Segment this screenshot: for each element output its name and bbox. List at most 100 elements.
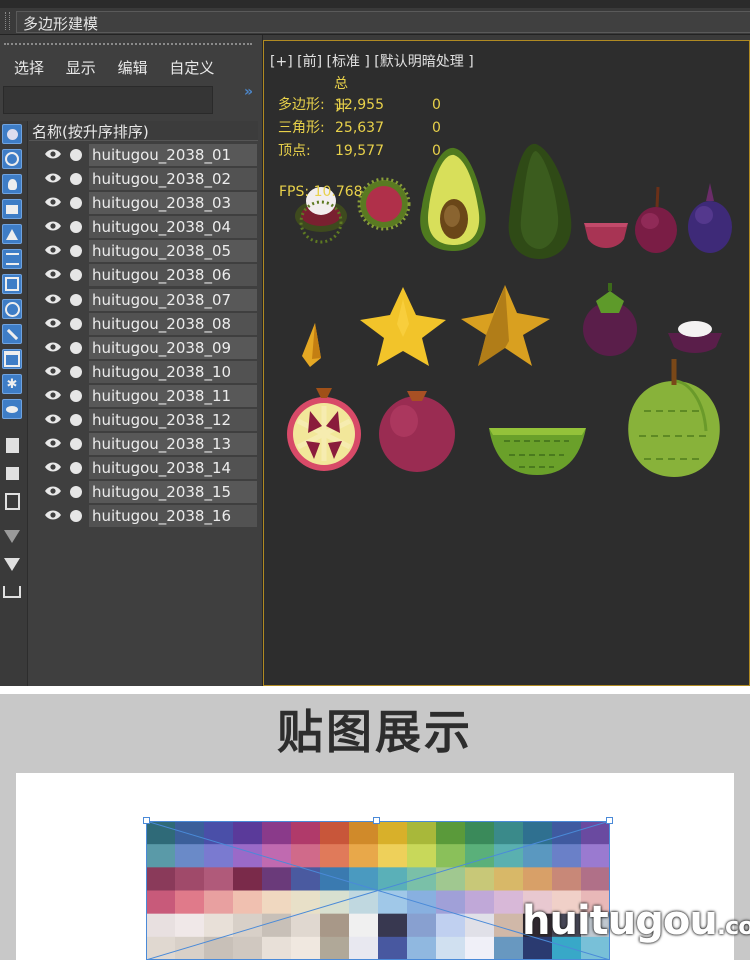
list-item[interactable]: huitugou_2038_07 — [29, 288, 258, 312]
visibility-eye-icon[interactable] — [45, 510, 61, 520]
freeze-toggle-icon[interactable] — [70, 341, 82, 354]
list-item[interactable]: huitugou_2038_12 — [29, 408, 258, 432]
helper-filter-icon[interactable] — [2, 224, 22, 244]
freeze-toggle-icon[interactable] — [70, 269, 82, 282]
transform-handle-tl[interactable] — [143, 817, 150, 824]
freeze-toggle-icon[interactable] — [70, 173, 82, 186]
freeze-toggle-icon[interactable] — [70, 389, 82, 402]
list-item[interactable]: huitugou_2038_06 — [29, 263, 258, 287]
object-name[interactable]: huitugou_2038_12 — [89, 409, 257, 432]
group-filter-icon[interactable] — [2, 274, 22, 294]
list-item[interactable]: huitugou_2038_13 — [29, 432, 258, 456]
object-name[interactable]: huitugou_2038_09 — [89, 336, 257, 359]
object-name[interactable]: huitugou_2038_11 — [89, 384, 257, 407]
freeze-toggle-icon[interactable] — [70, 438, 82, 451]
object-name[interactable]: huitugou_2038_01 — [89, 144, 257, 166]
frozen-filter-icon[interactable]: ✱ — [2, 374, 22, 394]
visibility-eye-icon[interactable] — [45, 318, 61, 328]
ribbon-title[interactable]: 多边形建模 — [23, 13, 98, 34]
double-chevron-icon[interactable]: » — [244, 84, 253, 100]
freeze-toggle-icon[interactable] — [70, 293, 82, 306]
list-item[interactable]: huitugou_2038_02 — [29, 167, 258, 191]
menu-edit[interactable]: 编辑 — [118, 59, 148, 77]
name-column-header[interactable]: 名称(按升序排序) — [29, 121, 258, 141]
visibility-eye-icon[interactable] — [45, 366, 61, 376]
ribbon-tab-box[interactable]: 多边形建模 — [16, 11, 750, 33]
bone-filter-icon[interactable] — [2, 324, 22, 344]
filter-settings-icon[interactable] — [3, 527, 21, 545]
menu-customize[interactable]: 自定义 — [169, 59, 214, 77]
visibility-eye-icon[interactable] — [45, 462, 61, 472]
viewport-front[interactable]: [+] [前] [标准 ] [默认明暗处理 ] 总计 多边形: 12,955 0… — [263, 40, 750, 686]
visibility-eye-icon[interactable] — [45, 486, 61, 496]
object-name[interactable]: huitugou_2038_04 — [89, 216, 257, 239]
freeze-toggle-icon[interactable] — [70, 149, 82, 161]
list-item[interactable]: huitugou_2038_04 — [29, 215, 258, 239]
menu-display[interactable]: 显示 — [66, 59, 96, 77]
panel-grip[interactable] — [4, 43, 252, 45]
transform-handle-tr[interactable] — [606, 817, 613, 824]
object-name[interactable]: huitugou_2038_07 — [89, 288, 257, 311]
object-name[interactable]: huitugou_2038_08 — [89, 312, 257, 335]
list-item[interactable]: huitugou_2038_11 — [29, 384, 258, 408]
object-name[interactable]: huitugou_2038_03 — [89, 192, 257, 215]
visibility-eye-icon[interactable] — [45, 197, 61, 207]
xref-filter-icon[interactable] — [2, 299, 22, 319]
freeze-toggle-icon[interactable] — [70, 510, 82, 523]
spacewarp-filter-icon[interactable] — [2, 249, 22, 269]
freeze-toggle-icon[interactable] — [70, 197, 82, 210]
visibility-eye-icon[interactable] — [45, 245, 61, 255]
visibility-eye-icon[interactable] — [45, 173, 61, 183]
list-item[interactable]: huitugou_2038_16 — [29, 504, 258, 528]
visibility-eye-icon[interactable] — [45, 342, 61, 352]
camera-filter-icon[interactable] — [2, 199, 22, 219]
display-all-icon[interactable] — [3, 436, 21, 454]
object-name[interactable]: huitugou_2038_14 — [89, 457, 257, 480]
list-item[interactable]: huitugou_2038_10 — [29, 360, 258, 384]
visibility-eye-icon[interactable] — [45, 294, 61, 304]
object-name[interactable]: huitugou_2038_15 — [89, 481, 257, 504]
ribbon-grip[interactable] — [5, 12, 10, 30]
visibility-eye-icon[interactable] — [45, 149, 61, 159]
freeze-toggle-icon[interactable] — [70, 221, 82, 234]
light-filter-icon[interactable] — [2, 174, 22, 194]
menu-select[interactable]: 选择 — [14, 59, 44, 77]
shape-filter-icon[interactable] — [2, 149, 22, 169]
object-name[interactable]: huitugou_2038_02 — [89, 168, 257, 191]
texture-tile — [436, 913, 466, 938]
layer-explorer-icon[interactable] — [3, 583, 21, 601]
object-name[interactable]: huitugou_2038_16 — [89, 505, 257, 528]
freeze-toggle-icon[interactable] — [70, 245, 82, 258]
geometry-filter-icon[interactable] — [2, 124, 22, 144]
visibility-eye-icon[interactable] — [45, 414, 61, 424]
object-name[interactable]: huitugou_2038_06 — [89, 264, 257, 287]
search-input[interactable] — [3, 86, 213, 114]
visibility-eye-icon[interactable] — [45, 438, 61, 448]
object-name[interactable]: huitugou_2038_05 — [89, 240, 257, 263]
freeze-toggle-icon[interactable] — [70, 317, 82, 330]
object-name[interactable]: huitugou_2038_10 — [89, 360, 257, 383]
texture-tile — [494, 821, 524, 845]
invert-display-icon[interactable] — [3, 492, 21, 510]
list-item[interactable]: huitugou_2038_05 — [29, 239, 258, 263]
list-item[interactable]: huitugou_2038_08 — [29, 312, 258, 336]
visibility-eye-icon[interactable] — [45, 221, 61, 231]
starfruit-slice-model — [302, 323, 321, 367]
list-item[interactable]: huitugou_2038_03 — [29, 191, 258, 215]
list-item[interactable]: huitugou_2038_14 — [29, 456, 258, 480]
freeze-toggle-icon[interactable] — [70, 462, 82, 475]
list-item[interactable]: huitugou_2038_01 — [29, 143, 258, 167]
freeze-toggle-icon[interactable] — [70, 414, 82, 427]
hidden-filter-icon[interactable] — [2, 399, 22, 419]
container-filter-icon[interactable] — [2, 349, 22, 369]
list-item[interactable]: huitugou_2038_09 — [29, 336, 258, 360]
filter-icon[interactable] — [3, 555, 21, 573]
visibility-eye-icon[interactable] — [45, 269, 61, 279]
freeze-toggle-icon[interactable] — [70, 486, 82, 499]
list-item[interactable]: huitugou_2038_15 — [29, 480, 258, 504]
visibility-eye-icon[interactable] — [45, 390, 61, 400]
display-none-icon[interactable] — [3, 464, 21, 482]
transform-handle-top[interactable] — [373, 817, 380, 824]
object-name[interactable]: huitugou_2038_13 — [89, 433, 257, 456]
freeze-toggle-icon[interactable] — [70, 365, 82, 378]
